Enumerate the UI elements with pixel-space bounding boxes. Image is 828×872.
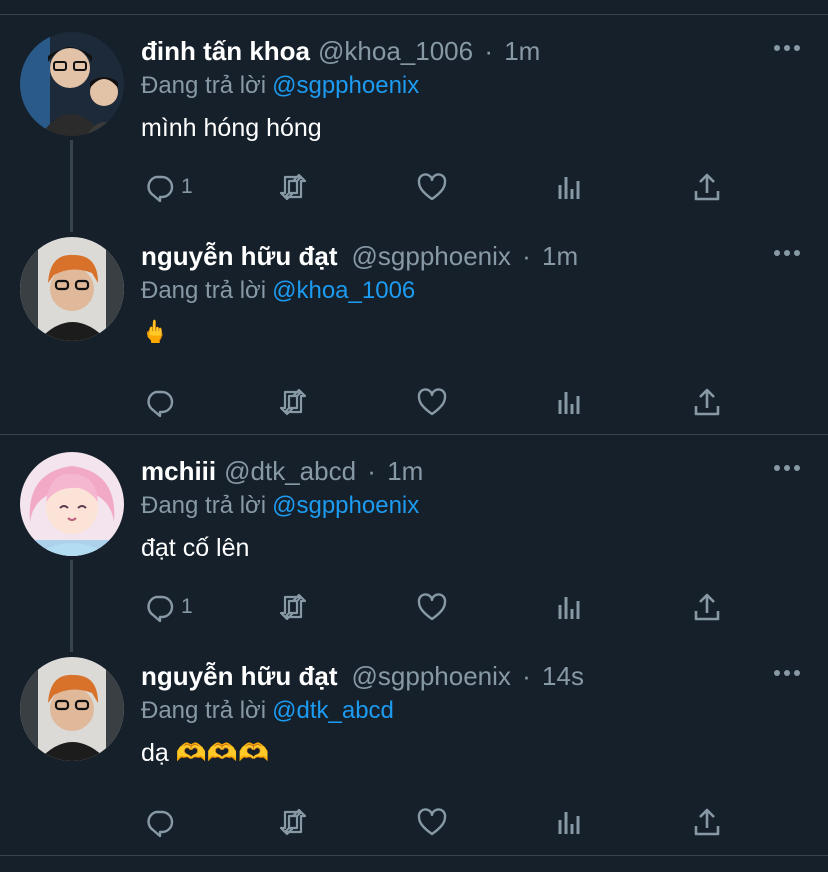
analytics-icon <box>558 597 580 619</box>
handle[interactable]: @sgpphoenix <box>352 241 511 271</box>
share-icon <box>694 808 720 836</box>
tweet[interactable]: đinh tấn khoa @khoa_1006 · 1m Đang trả lờ… <box>0 32 828 242</box>
retweet-icon <box>279 173 307 201</box>
share-button[interactable] <box>691 589 723 625</box>
tweet-header: đinh tấn khoa @khoa_1006 · 1m <box>141 36 540 68</box>
replying-to: Đang trả lời @sgpphoenix <box>141 492 419 520</box>
tweet-header: mchiii @dtk_abcd · 1m <box>141 456 423 488</box>
avatar[interactable] <box>20 237 124 341</box>
handle[interactable]: @dtk_abcd <box>224 456 356 486</box>
tweet-header: nguyễn hữu đạt @sgpphoenix · 1m <box>141 241 578 273</box>
reply-button[interactable] <box>143 804 181 840</box>
replying-to: Đang trả lời @dtk_abcd <box>141 697 394 725</box>
action-bar <box>141 804 741 840</box>
timestamp[interactable]: 1m <box>504 36 540 66</box>
tweet[interactable]: mchiii @dtk_abcd · 1m Đang trả lời @sgppho… <box>0 452 828 662</box>
share-button[interactable] <box>691 804 723 840</box>
replying-to: Đang trả lời @sgpphoenix <box>141 72 419 100</box>
display-name[interactable]: nguyễn hữu đạt <box>141 241 338 271</box>
separator: · <box>367 456 376 486</box>
replying-label: Đang trả lời <box>141 277 267 304</box>
separator: · <box>522 661 531 691</box>
handle[interactable]: @khoa_1006 <box>318 36 473 66</box>
analytics-button[interactable] <box>554 384 586 420</box>
retweet-button[interactable] <box>277 589 309 625</box>
retweet-icon <box>279 388 307 416</box>
avatar[interactable] <box>20 657 124 761</box>
tweet-header: nguyễn hữu đạt @sgpphoenix · 14s <box>141 661 584 693</box>
reply-icon <box>147 810 174 838</box>
tweet-text: đạt cố lên <box>141 534 250 562</box>
like-icon <box>417 173 447 201</box>
reply-icon <box>147 175 174 203</box>
like-button[interactable] <box>416 384 448 420</box>
like-icon <box>417 388 447 416</box>
analytics-icon <box>558 812 580 834</box>
like-icon <box>417 593 447 621</box>
replying-label: Đang trả lời <box>141 72 267 99</box>
analytics-icon <box>558 177 580 199</box>
reply-icon <box>147 390 174 418</box>
retweet-button[interactable] <box>277 384 309 420</box>
analytics-button[interactable] <box>554 169 586 205</box>
share-button[interactable] <box>691 169 723 205</box>
display-name[interactable]: nguyễn hữu đạt <box>141 661 338 691</box>
more-icon[interactable] <box>772 663 802 683</box>
timestamp[interactable]: 14s <box>542 661 584 691</box>
handle[interactable]: @sgpphoenix <box>352 661 511 691</box>
action-bar <box>141 384 741 420</box>
reply-button[interactable]: 1 <box>143 589 193 625</box>
top-divider <box>0 14 828 15</box>
reply-button[interactable]: 1 <box>143 169 193 205</box>
more-icon[interactable] <box>772 243 802 263</box>
replying-to: Đang trả lời @khoa_1006 <box>141 277 415 305</box>
more-icon[interactable] <box>772 38 802 58</box>
retweet-button[interactable] <box>277 169 309 205</box>
share-button[interactable] <box>691 384 723 420</box>
retweet-button[interactable] <box>277 804 309 840</box>
analytics-icon <box>558 392 580 414</box>
replying-label: Đang trả lời <box>141 492 267 519</box>
tweet[interactable]: nguyễn hữu đạt @sgpphoenix · 1m Đang trả … <box>0 237 828 447</box>
separator: · <box>522 241 531 271</box>
like-button[interactable] <box>416 169 448 205</box>
avatar[interactable] <box>20 32 124 136</box>
replying-label: Đang trả lời <box>141 697 267 724</box>
timestamp[interactable]: 1m <box>387 456 423 486</box>
like-icon <box>417 808 447 836</box>
timestamp[interactable]: 1m <box>542 241 578 271</box>
reply-icon <box>147 595 174 623</box>
like-button[interactable] <box>416 804 448 840</box>
separator: · <box>484 36 493 66</box>
tweet-text: mình hóng hóng <box>141 114 322 142</box>
mention-link[interactable]: @khoa_1006 <box>272 277 415 304</box>
analytics-button[interactable] <box>554 804 586 840</box>
reply-count: 1 <box>181 175 193 198</box>
tweet-text: dạ 🫶🫶🫶 <box>141 739 270 767</box>
reply-button[interactable] <box>143 384 181 420</box>
like-button[interactable] <box>416 589 448 625</box>
share-icon <box>694 173 720 201</box>
action-bar: 1 <box>141 589 741 625</box>
tweet-text: 🖕 <box>141 319 169 344</box>
conversation-divider <box>0 855 828 856</box>
share-icon <box>694 593 720 621</box>
display-name[interactable]: đinh tấn khoa <box>141 36 310 66</box>
reply-count: 1 <box>181 595 193 618</box>
action-bar: 1 <box>141 169 741 205</box>
analytics-button[interactable] <box>554 589 586 625</box>
mention-link[interactable]: @sgpphoenix <box>272 492 419 519</box>
mention-link[interactable]: @dtk_abcd <box>272 697 394 724</box>
mention-link[interactable]: @sgpphoenix <box>272 72 419 99</box>
tweet[interactable]: nguyễn hữu đạt @sgpphoenix · 14s Đang trả… <box>0 657 828 867</box>
conversation-divider <box>0 434 828 435</box>
more-icon[interactable] <box>772 458 802 478</box>
share-icon <box>694 388 720 416</box>
retweet-icon <box>279 593 307 621</box>
display-name[interactable]: mchiii <box>141 456 216 486</box>
avatar[interactable] <box>20 452 124 556</box>
retweet-icon <box>279 808 307 836</box>
